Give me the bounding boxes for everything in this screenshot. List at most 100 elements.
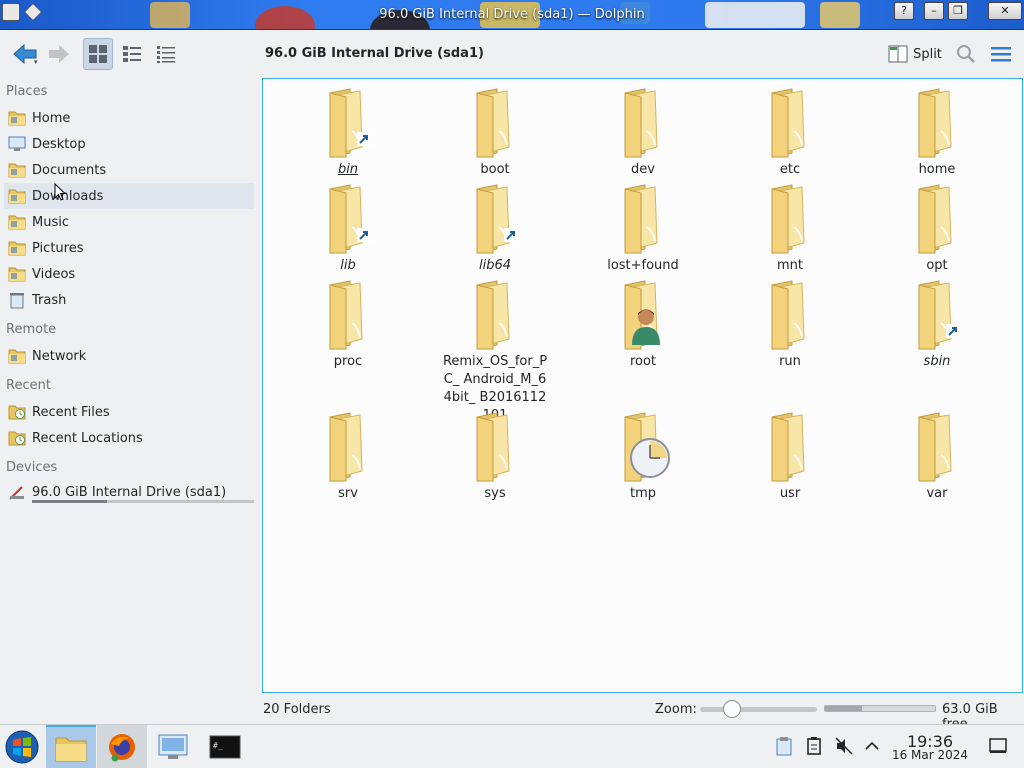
folder-item[interactable]: dev [581,87,705,179]
start-menu-button[interactable] [0,725,44,768]
search-icon [957,45,975,63]
device-notifier-icon[interactable] [804,735,824,757]
folder-icon [463,87,527,159]
folder-item[interactable]: mnt [728,183,852,275]
symlink-arrow-icon [503,227,519,247]
show-desktop-icon[interactable] [988,735,1008,757]
folder-item[interactable]: boot [433,87,557,179]
folder-item[interactable]: etc [728,87,852,179]
details-view-button[interactable] [151,38,181,70]
taskbar-terminal[interactable]: #_ [200,725,250,768]
folder-item[interactable]: lost+found [581,183,705,275]
folder-icon [55,737,87,762]
split-button[interactable]: Split [886,38,944,70]
taskbar-dolphin[interactable] [46,725,96,768]
close-button[interactable]: ✕ [988,2,1022,20]
forward-button[interactable] [44,38,74,70]
file-view[interactable]: bin boot dev etc home lib lib64 lost+found mnt op… [262,78,1023,693]
folder-icon [463,183,527,255]
folder-item[interactable]: bin [286,87,410,179]
svg-text:#_: #_ [213,741,223,750]
folder-icon [463,411,527,483]
window-title: 96.0 GiB Internal Drive (sda1) — Dolphin [379,7,645,22]
sidebar-item-label: Pictures [32,240,84,256]
folder-name: mnt [777,258,803,273]
folder-item[interactable]: proc [286,279,410,371]
folder-item[interactable]: run [728,279,852,371]
folder-item[interactable]: sys [433,411,557,503]
folder-icon [905,87,969,159]
folder-icon [758,183,822,255]
folder-item[interactable]: Remix_OS_for_PC_ Android_M_64bit_ B20161… [433,279,557,425]
zoom-label: Zoom: [655,702,697,717]
zoom-slider-handle[interactable] [723,700,742,718]
volume-muted-icon[interactable] [834,735,854,757]
folder-name: home [918,162,956,177]
help-button[interactable]: ? [894,2,914,20]
folder-icon [905,183,969,255]
folder-item[interactable]: tmp [581,411,705,503]
sidebar-item-label: Network [32,348,87,364]
drive-usage-fill [32,500,108,503]
details-view-icon [157,46,175,63]
sidebar-item-recent-files[interactable]: Recent Files [4,399,254,425]
status-bar: 20 Folders Zoom: 63.0 GiB free [262,696,1024,732]
sidebar-item-documents[interactable]: Documents [4,157,254,183]
sidebar-item-pictures[interactable]: Pictures [4,235,254,261]
folder-count-label: 20 Folders [263,702,331,717]
folder-icon [905,279,969,351]
sidebar-item-downloads[interactable]: Downloads [4,183,254,209]
compact-view-button[interactable] [117,38,147,70]
menu-button[interactable] [986,38,1016,70]
folder-name: srv [338,486,358,501]
sidebar-item-label: Trash [32,292,67,308]
folder-item[interactable]: var [875,411,999,503]
folder-item[interactable]: lib64 [433,183,557,275]
drive-icon [8,483,26,501]
taskbar-firefox[interactable] [97,725,147,768]
folder-icon [611,411,675,483]
folder-icon [463,279,527,351]
title-bar[interactable]: 96.0 GiB Internal Drive (sda1) — Dolphin… [0,0,1024,30]
sidebar-item-videos[interactable]: Videos [4,261,254,287]
folder-item[interactable]: srv [286,411,410,503]
taskbar-system-settings[interactable] [148,725,198,768]
folder-icon [758,279,822,351]
folder-icon [758,87,822,159]
devices-section-title: Devices [6,460,58,475]
sidebar-item-home[interactable]: Home [4,105,254,131]
folder-item[interactable]: lib [286,183,410,275]
terminal-icon: #_ [209,735,241,759]
maximize-button[interactable]: ❐ [948,2,968,20]
search-button[interactable] [952,38,980,70]
sidebar-item-trash[interactable]: Trash [4,287,254,313]
sidebar-item-recent-locations[interactable]: Recent Locations [4,425,254,451]
minimize-button[interactable]: – [924,2,944,20]
sidebar-item-label: 96.0 GiB Internal Drive (sda1) [32,484,227,500]
folder-name: root [629,354,657,369]
back-button[interactable]: ▾ [8,38,42,70]
symlink-arrow-icon [356,131,372,151]
firefox-icon [109,734,135,762]
places-section-title: Places [6,84,48,99]
sidebar-item-desktop[interactable]: Desktop [4,131,254,157]
chevron-up-icon[interactable] [862,735,882,757]
folder-name: sys [484,486,506,501]
folder-item[interactable]: home [875,87,999,179]
folder-item[interactable]: usr [728,411,852,503]
folder-name: proc [333,354,363,369]
system-settings-icon [158,734,188,759]
folder-item[interactable]: root [581,279,705,371]
folder-item[interactable]: opt [875,183,999,275]
clipboard-icon[interactable] [774,735,794,757]
icons-view-button[interactable] [83,38,113,70]
sidebar-item-label: Home [32,110,71,126]
folder-item[interactable]: sbin [875,279,999,371]
sidebar-item-music[interactable]: Music [4,209,254,235]
sidebar-item-network[interactable]: Network [4,343,254,369]
sidebar-item-label: Videos [32,266,76,282]
clock-date[interactable]: 16 Mar 2024 [890,748,970,762]
zoom-slider-track[interactable] [700,707,817,712]
sidebar-item-label: Desktop [32,136,86,152]
folder-name: bin [337,162,359,177]
